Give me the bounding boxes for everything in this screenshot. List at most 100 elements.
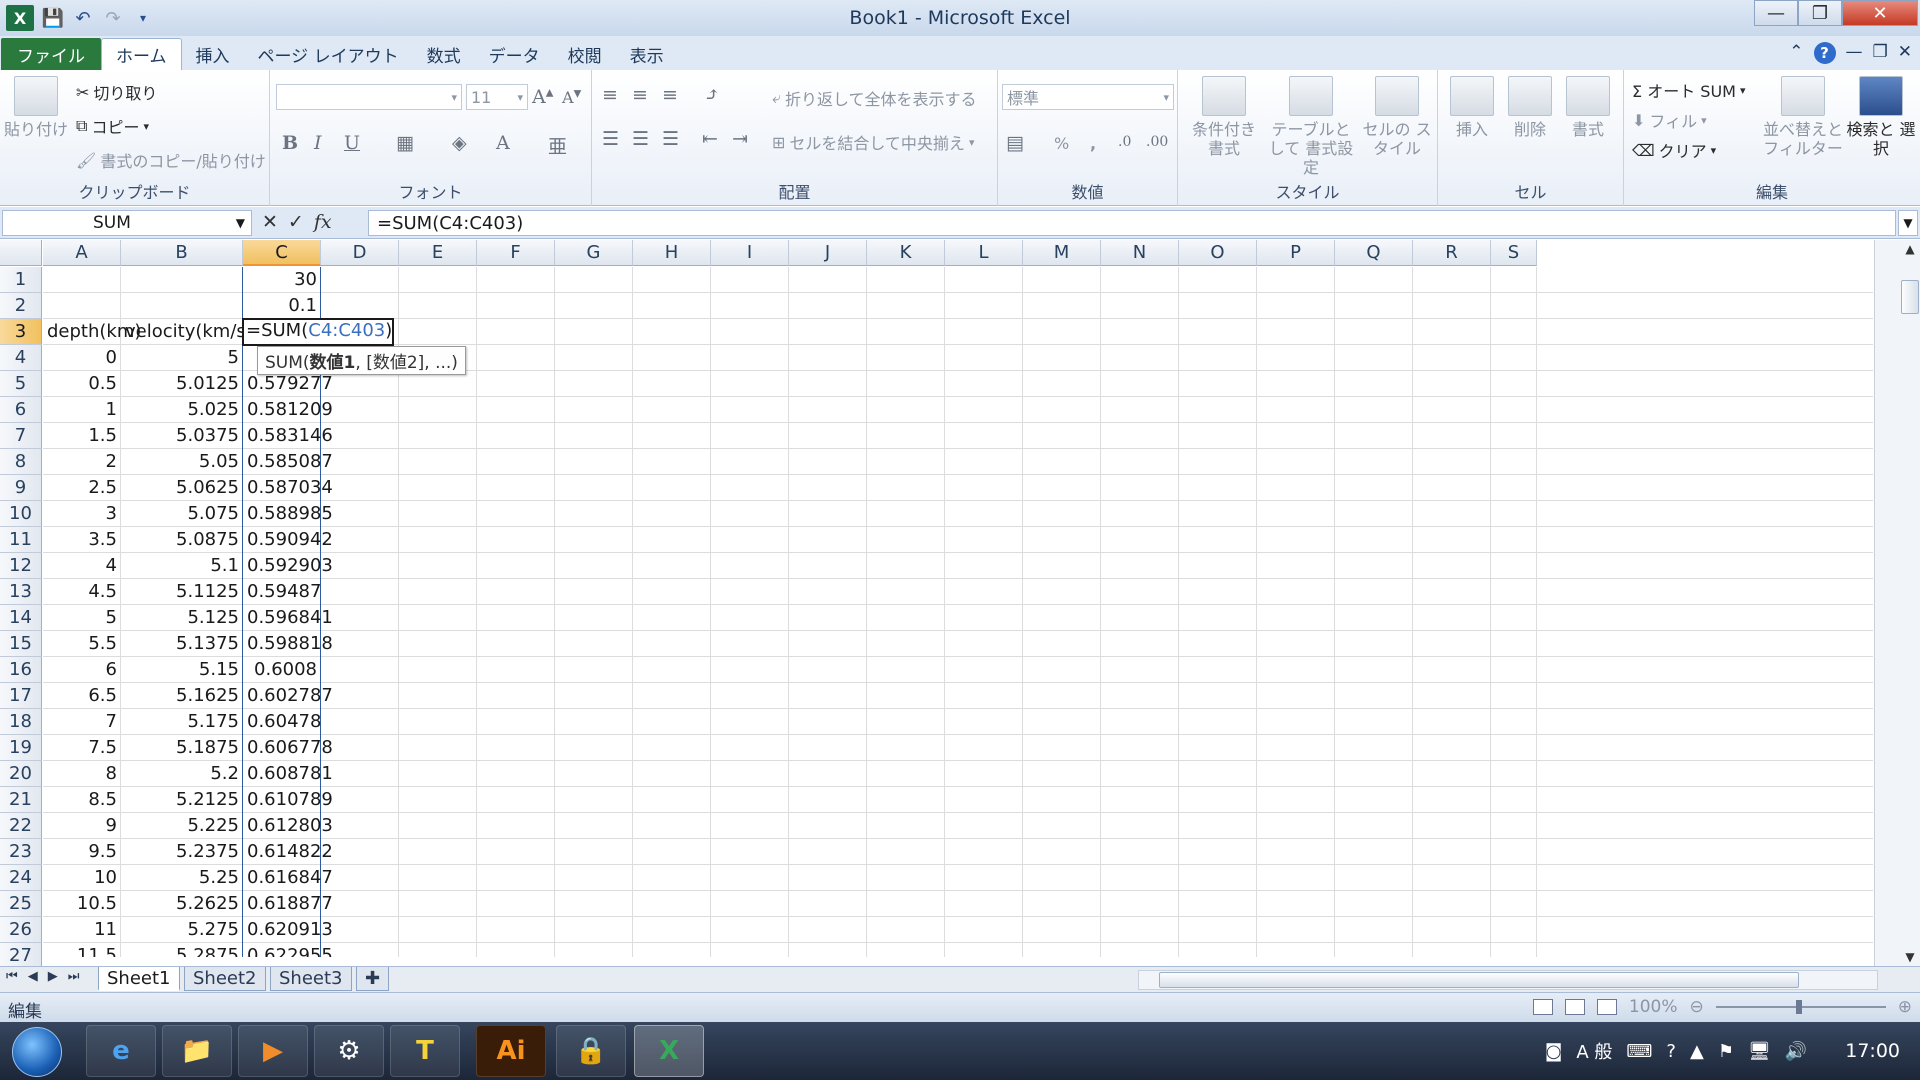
- zoom-slider[interactable]: [1715, 1000, 1886, 1014]
- security-app-icon[interactable]: 🔒: [556, 1025, 626, 1077]
- row-header-15[interactable]: 15: [0, 631, 42, 657]
- cell-c9[interactable]: 0.587034: [243, 475, 333, 501]
- excel-logo-icon[interactable]: X: [6, 5, 34, 31]
- active-cell-c3[interactable]: =SUM(C4:C403): [242, 318, 395, 346]
- row-header-7[interactable]: 7: [0, 423, 42, 449]
- cell-b22[interactable]: 5.225: [121, 813, 243, 839]
- cell-b9[interactable]: 5.0625: [121, 475, 243, 501]
- format-as-table-button[interactable]: テーブルとして 書式設定: [1264, 76, 1358, 178]
- prev-sheet-icon[interactable]: ◀: [28, 969, 38, 984]
- column-header-p[interactable]: P: [1257, 240, 1335, 266]
- cell-a7[interactable]: 1.5: [43, 423, 121, 449]
- cell-b3[interactable]: velocity(km/s): [121, 319, 253, 345]
- cell-b19[interactable]: 5.1875: [121, 735, 243, 761]
- column-header-n[interactable]: N: [1101, 240, 1179, 266]
- cell-a6[interactable]: 1: [43, 397, 121, 423]
- tab-file[interactable]: ファイル: [1, 38, 101, 70]
- row-header-20[interactable]: 20: [0, 761, 42, 787]
- help-icon[interactable]: ?: [1813, 42, 1836, 64]
- align-right-icon[interactable]: ☰: [662, 128, 679, 150]
- column-header-r[interactable]: R: [1413, 240, 1491, 266]
- insert-sheet-icon[interactable]: ✚: [356, 967, 390, 991]
- enter-icon[interactable]: ✓: [288, 211, 304, 233]
- shrink-font-icon[interactable]: A▼: [562, 88, 581, 107]
- tab-formulas[interactable]: 数式: [413, 38, 475, 70]
- cell-a3[interactable]: depth(km): [43, 319, 141, 345]
- comma-button[interactable]: ,: [1090, 134, 1096, 153]
- doc-close-icon[interactable]: ✕: [1898, 42, 1912, 64]
- phonetic-icon[interactable]: 亜: [548, 132, 567, 159]
- row-header-23[interactable]: 23: [0, 839, 42, 865]
- restore-button[interactable]: ❐: [1798, 0, 1842, 26]
- column-header-m[interactable]: M: [1023, 240, 1101, 266]
- row-header-21[interactable]: 21: [0, 787, 42, 813]
- cell-a27[interactable]: 11.5: [43, 943, 121, 957]
- bold-icon[interactable]: B: [282, 132, 298, 154]
- expand-formula-icon[interactable]: ▼: [1898, 210, 1918, 236]
- cell-a23[interactable]: 9.5: [43, 839, 121, 865]
- row-header-18[interactable]: 18: [0, 709, 42, 735]
- minimize-ribbon-icon[interactable]: ⌃: [1789, 42, 1803, 64]
- media-player-icon[interactable]: ▶: [238, 1025, 308, 1077]
- cell-c15[interactable]: 0.598818: [243, 631, 333, 657]
- cell-b8[interactable]: 5.05: [121, 449, 243, 475]
- sheet-tab-sheet1[interactable]: Sheet1: [98, 967, 180, 991]
- cell-c16[interactable]: 0.6008: [243, 657, 321, 683]
- row-header-8[interactable]: 8: [0, 449, 42, 475]
- page-break-view-icon[interactable]: [1596, 999, 1617, 1015]
- first-sheet-icon[interactable]: ⏮: [6, 969, 18, 984]
- sheet-tab-sheet3[interactable]: Sheet3: [270, 967, 352, 991]
- fill-color-icon[interactable]: ◈: [452, 132, 467, 154]
- cell-c24[interactable]: 0.616847: [243, 865, 333, 891]
- ime-toolbar-icon[interactable]: ⌨: [1626, 1041, 1652, 1062]
- paste-button[interactable]: 貼り付け: [4, 76, 68, 139]
- last-sheet-icon[interactable]: ⏭: [68, 969, 80, 984]
- cell-c1[interactable]: 30: [243, 267, 321, 293]
- column-header-h[interactable]: H: [633, 240, 711, 266]
- align-top-icon[interactable]: ≡: [602, 84, 618, 106]
- cell-b23[interactable]: 5.2375: [121, 839, 243, 865]
- font-size-dropdown[interactable]: 11 ▾: [466, 84, 528, 110]
- merge-center-button[interactable]: ⊞ セルを結合して中央揃え ▾: [772, 130, 974, 154]
- accounting-icon[interactable]: ▤: [1006, 132, 1024, 154]
- cell-c18[interactable]: 0.60478: [243, 709, 321, 735]
- vertical-scrollbar[interactable]: ▲ ▼: [1874, 240, 1920, 966]
- cell-b10[interactable]: 5.075: [121, 501, 243, 527]
- clock[interactable]: 17:00: [1845, 1040, 1900, 1062]
- column-header-j[interactable]: J: [789, 240, 867, 266]
- help-tray-icon[interactable]: ?: [1666, 1041, 1676, 1062]
- underline-icon[interactable]: U: [344, 132, 360, 154]
- cell-c10[interactable]: 0.588985: [243, 501, 333, 527]
- row-header-17[interactable]: 17: [0, 683, 42, 709]
- undo-icon[interactable]: ↶: [68, 3, 98, 33]
- cell-a26[interactable]: 11: [43, 917, 121, 943]
- column-header-s[interactable]: S: [1491, 240, 1537, 266]
- ime-indicator[interactable]: A 般: [1576, 1038, 1612, 1064]
- cell-b4[interactable]: 5: [121, 345, 243, 371]
- align-left-icon[interactable]: ☰: [602, 128, 619, 150]
- increase-indent-icon[interactable]: ⇥: [732, 128, 748, 150]
- tooltip-function[interactable]: SUM(: [265, 353, 310, 373]
- cell-area[interactable]: 30 0.1 depth(km) velocity(km/s) 0 5 0.5 5.0125 0…: [43, 267, 1873, 957]
- copy-button[interactable]: ⧉ コピー ▾: [76, 114, 149, 138]
- find-select-button[interactable]: 検索と 選択: [1846, 76, 1916, 158]
- formula-input[interactable]: =SUM(C4:C403): [368, 210, 1896, 236]
- column-header-q[interactable]: Q: [1335, 240, 1413, 266]
- zoom-level[interactable]: 100%: [1629, 997, 1678, 1017]
- row-header-2[interactable]: 2: [0, 293, 42, 319]
- cell-b12[interactable]: 5.1: [121, 553, 243, 579]
- column-header-i[interactable]: I: [711, 240, 789, 266]
- cell-b18[interactable]: 5.175: [121, 709, 243, 735]
- row-header-3[interactable]: 3: [0, 319, 42, 345]
- vertical-scroll-thumb[interactable]: [1901, 280, 1919, 314]
- cell-b5[interactable]: 5.0125: [121, 371, 243, 397]
- cell-a24[interactable]: 10: [43, 865, 121, 891]
- column-header-l[interactable]: L: [945, 240, 1023, 266]
- tab-insert[interactable]: 挿入: [182, 38, 244, 70]
- fill-button[interactable]: ⬇ フィル ▾: [1632, 108, 1707, 132]
- cell-a8[interactable]: 2: [43, 449, 121, 475]
- cell-a14[interactable]: 5: [43, 605, 121, 631]
- cell-c22[interactable]: 0.612803: [243, 813, 333, 839]
- show-hidden-icons-icon[interactable]: ▲: [1690, 1041, 1704, 1062]
- row-header-22[interactable]: 22: [0, 813, 42, 839]
